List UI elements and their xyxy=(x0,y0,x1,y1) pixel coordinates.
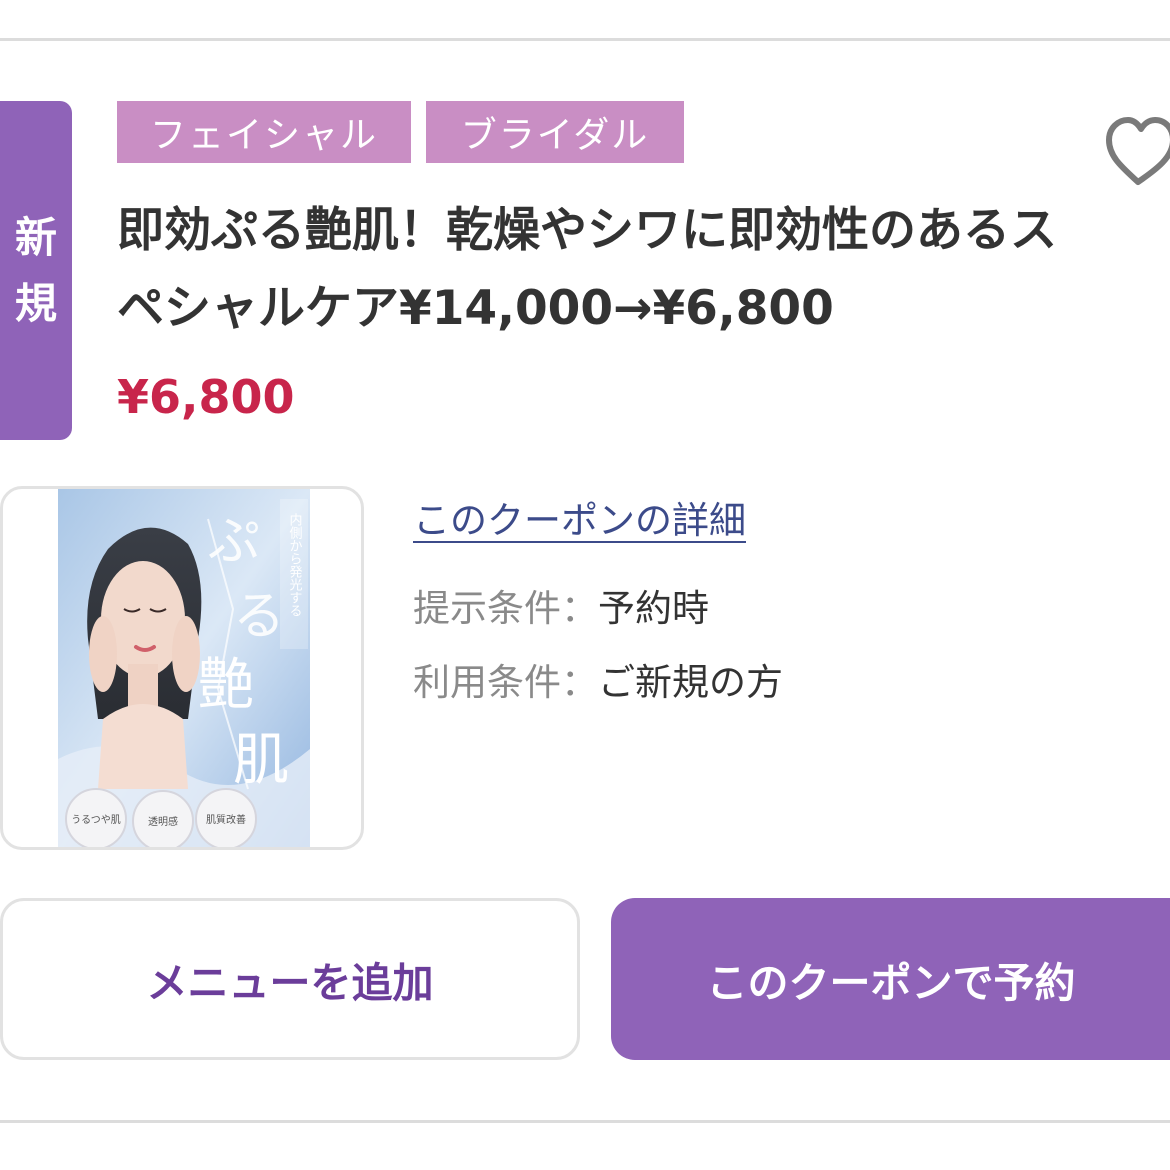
condition-value: 予約時 xyxy=(598,587,709,630)
promo-image-art: 内側から発光する ぷ る 艶 肌 うるつや肌 透明感 肌質改善 xyxy=(58,489,310,847)
headline-char-1: ぷ xyxy=(208,512,260,572)
add-menu-button[interactable]: メニューを追加 xyxy=(0,898,580,1060)
condition-label: 提示条件 xyxy=(413,587,561,630)
coupon-title: 即効ぷる艶肌！乾燥やシワに即効性のあるスペシャルケア¥14,000→¥6,800 xyxy=(117,203,1057,336)
condition-separator: ： xyxy=(561,661,598,704)
bubble-2: 透明感 xyxy=(148,815,178,828)
new-customer-badge: 新 規 xyxy=(0,101,72,440)
condition-label: 利用条件 xyxy=(413,661,561,704)
condition-present: 提示条件：予約時 xyxy=(413,578,709,632)
bubble-3: 肌質改善 xyxy=(206,813,246,826)
tag-facial: フェイシャル xyxy=(117,101,411,163)
coupon-price: ¥6,800 xyxy=(117,370,295,424)
coupon-detail-link[interactable]: このクーポンの詳細 xyxy=(413,490,746,544)
category-tags: フェイシャル ブライダル xyxy=(117,101,684,163)
vertical-caption: 内側から発光する xyxy=(287,512,303,617)
badge-char-1: 新 xyxy=(14,212,57,262)
tag-bridal: ブライダル xyxy=(426,101,684,163)
coupon-image: 内側から発光する ぷ る 艶 肌 うるつや肌 透明感 肌質改善 xyxy=(0,486,364,850)
headline-char-3: 艶 xyxy=(198,653,254,718)
bubble-1: うるつや肌 xyxy=(71,814,121,826)
bottom-divider xyxy=(0,1120,1170,1123)
heart-outline-icon[interactable] xyxy=(1103,112,1170,192)
headline-char-4: 肌 xyxy=(233,728,289,793)
reserve-with-coupon-button[interactable]: このクーポンで予約 xyxy=(611,898,1170,1060)
condition-value: ご新規の方 xyxy=(598,661,783,704)
badge-char-2: 規 xyxy=(14,278,57,328)
top-divider xyxy=(0,38,1170,41)
condition-separator: ： xyxy=(561,587,598,630)
condition-usage: 利用条件：ご新規の方 xyxy=(413,652,783,706)
headline-char-2: る xyxy=(233,587,285,647)
coupon-card: 新 規 フェイシャル ブライダル 即効ぷる艶肌！乾燥やシワに即効性のあるスペシャ… xyxy=(0,0,1170,1170)
